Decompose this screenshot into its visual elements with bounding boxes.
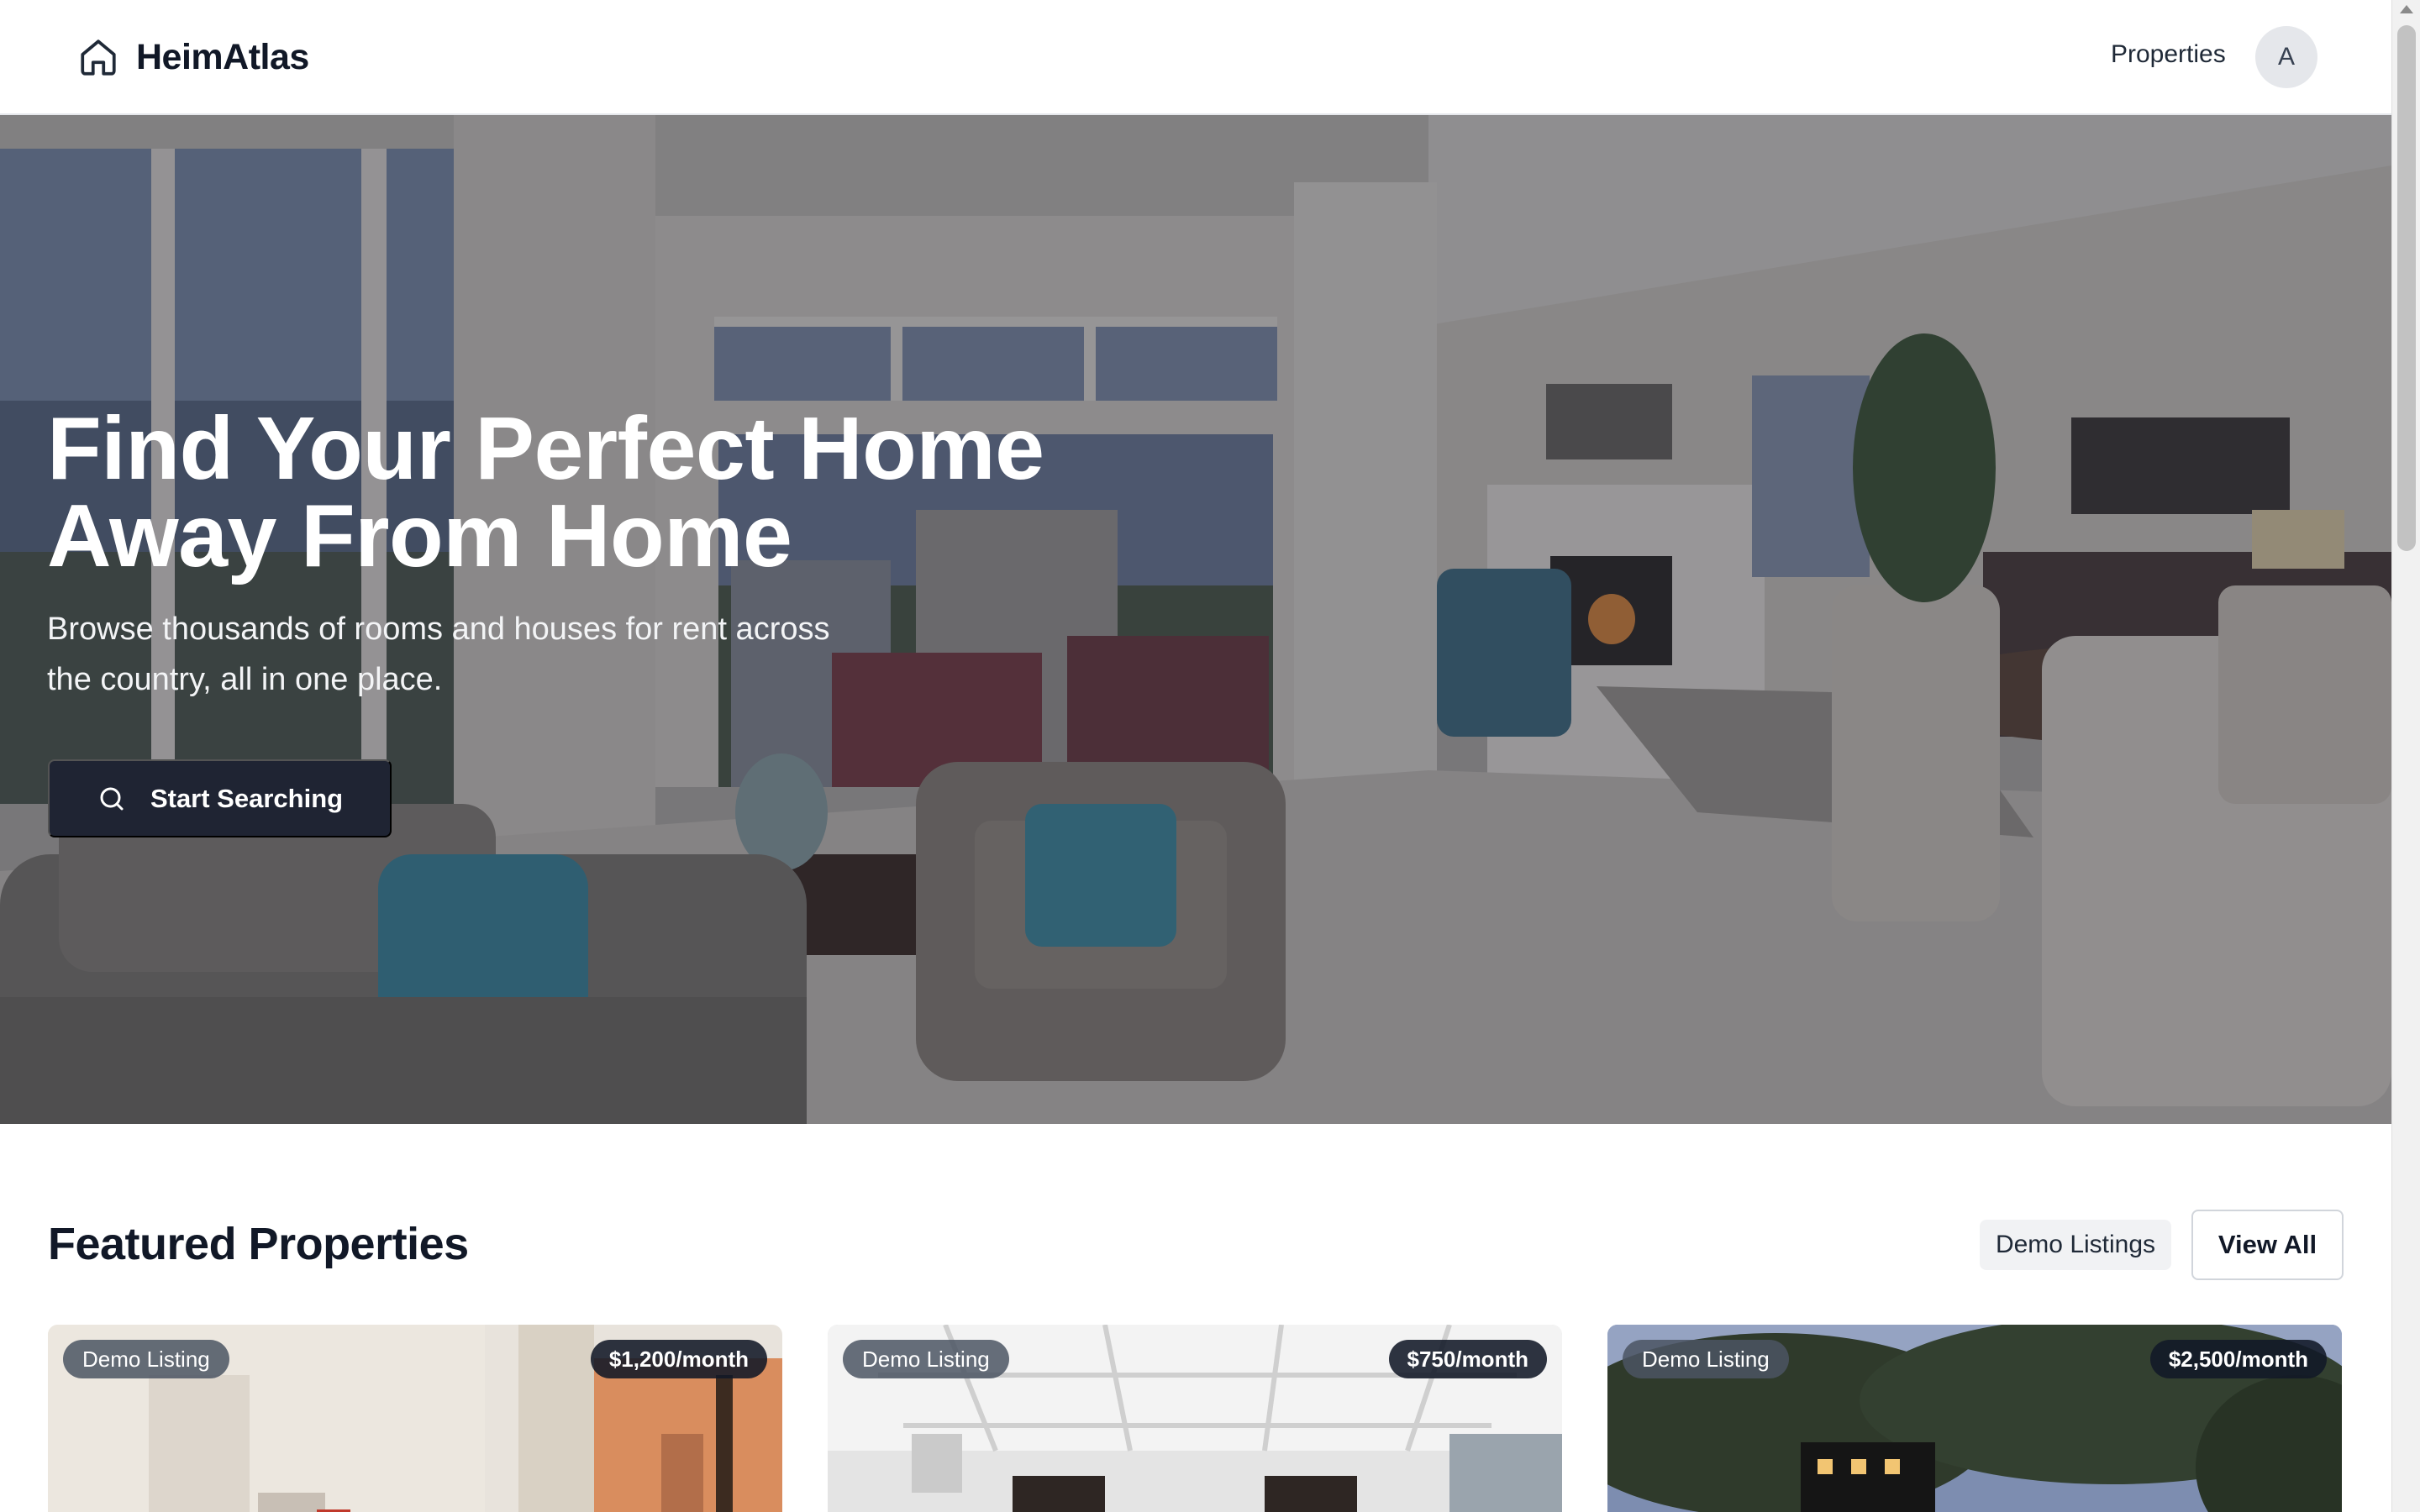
top-navbar: HeimAtlas Properties A <box>0 0 2391 115</box>
scrollbar-thumb[interactable] <box>2397 25 2416 551</box>
hero-section: Find Your Perfect Home Away From Home Br… <box>0 115 2391 1124</box>
search-icon <box>100 787 124 810</box>
scroll-up-arrow-icon[interactable] <box>2400 5 2413 13</box>
hero-title: Find Your Perfect Home Away From Home <box>47 404 1307 580</box>
demo-listing-tag: Demo Listing <box>63 1340 229 1378</box>
demo-listings-badge: Demo Listings <box>1980 1220 2171 1270</box>
property-card[interactable]: Demo Listing $750/month <box>828 1325 1562 1512</box>
demo-listing-tag: Demo Listing <box>843 1340 1009 1378</box>
price-badge: $750/month <box>1388 1340 1547 1378</box>
brand-name: HeimAtlas <box>136 36 309 77</box>
user-avatar[interactable]: A <box>2255 26 2317 88</box>
featured-properties-title: Featured Properties <box>48 1219 469 1269</box>
view-all-button[interactable]: View All <box>2191 1210 2344 1280</box>
brand-logo[interactable]: HeimAtlas <box>77 34 309 81</box>
hero-title-line-2: Away From Home <box>47 486 792 585</box>
hero-subtitle: Browse thousands of rooms and houses for… <box>47 604 887 705</box>
home-icon <box>81 39 116 76</box>
price-badge: $2,500/month <box>2149 1340 2327 1378</box>
hero-title-line-1: Find Your Perfect Home <box>47 399 1044 498</box>
price-badge: $1,200/month <box>590 1340 767 1378</box>
nav-link-properties[interactable]: Properties <box>2111 40 2226 69</box>
start-searching-label: Start Searching <box>150 783 344 813</box>
hero-subtitle-line-1: Browse thousands of rooms and houses for… <box>47 612 830 647</box>
demo-listing-tag: Demo Listing <box>1623 1340 1789 1378</box>
property-card[interactable]: Demo Listing $1,200/month <box>48 1325 782 1512</box>
hero-subtitle-line-2: the country, all in one place. <box>47 662 443 697</box>
property-card[interactable]: Demo Listing $2,500/month <box>1607 1325 2342 1512</box>
start-searching-button[interactable]: Start Searching <box>48 759 392 837</box>
page-scrollbar[interactable] <box>2391 0 2420 1512</box>
